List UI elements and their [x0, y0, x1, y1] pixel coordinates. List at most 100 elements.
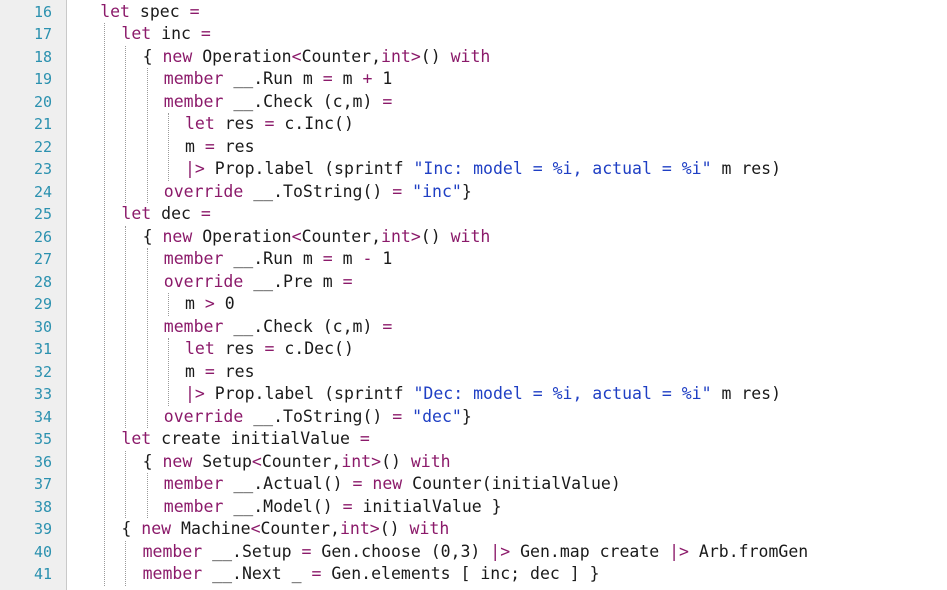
code-text-area[interactable]: let spec = let inc ={ new Operation<Count…: [67, 0, 947, 590]
line-number: 25: [33, 205, 52, 223]
keyword-token: let: [185, 339, 215, 358]
operator-token: <: [250, 519, 261, 538]
indent-guide: [167, 113, 169, 181]
line-number: 28: [33, 272, 52, 291]
code-token: dec: [151, 204, 201, 223]
operator-token: =: [322, 249, 333, 268]
code-token: Counter,: [261, 451, 342, 471]
string-token: "inc": [412, 181, 462, 201]
code-line: m = res: [185, 361, 255, 384]
code-token: }: [461, 181, 472, 201]
operator-token: =: [311, 564, 322, 583]
code-token: Operation: [192, 46, 292, 66]
code-token: m: [185, 294, 205, 313]
keyword-token: override: [163, 406, 244, 426]
keyword-token: let: [121, 429, 152, 448]
code-token: __.ToString(): [243, 181, 393, 201]
line-number: 23: [33, 160, 52, 178]
line-number: 31: [33, 340, 52, 358]
code-token: __.Check (c,m): [223, 91, 383, 111]
keyword-token: int: [381, 226, 411, 246]
operator-token: =: [392, 181, 403, 201]
operator-token: >: [410, 226, 421, 246]
keyword-token: let: [185, 114, 215, 133]
operator-token: =: [359, 429, 370, 448]
code-token: __.Model(): [223, 496, 343, 516]
code-token: c.Inc(): [274, 114, 354, 133]
operator-token: =: [204, 136, 215, 156]
line-number: 16: [33, 2, 52, 21]
keyword-token: let: [121, 204, 152, 223]
line-number: 22: [33, 137, 52, 156]
indent-guide: [125, 225, 127, 428]
line-number: 30: [33, 317, 52, 336]
keyword-token: member: [142, 564, 203, 583]
line-number: 24: [33, 182, 52, 201]
operator-token: =: [352, 474, 363, 493]
keyword-token: new: [141, 519, 172, 538]
code-token: m: [332, 249, 363, 268]
code-token: {: [121, 519, 142, 538]
keyword-token: member: [163, 69, 224, 88]
code-token: res: [214, 339, 265, 358]
code-token: m res): [711, 384, 782, 403]
code-line: { new Operation<Counter,int>() with: [143, 46, 491, 69]
operator-token: =: [301, 541, 312, 561]
code-line: member __.Next _ = Gen.elements [ inc; d…: [143, 563, 600, 586]
line-number: 41: [33, 565, 52, 583]
code-editor[interactable]: 16 17 18 19 20 21 22 23 24 25 26 27 28 29 30 31 32 33 34 35…: [0, 0, 947, 590]
code-line: member __.Actual() = new Counter(initial…: [164, 473, 621, 496]
code-token: Machine: [171, 519, 251, 538]
line-number: 33: [33, 385, 52, 403]
line-number: 18: [33, 47, 52, 66]
keyword-token: member: [163, 496, 224, 516]
operator-token: =: [200, 204, 211, 223]
operator-token: <: [291, 46, 302, 66]
code-line: { new Machine<Counter,int>() with: [121, 518, 449, 541]
indent-guide: [167, 293, 169, 316]
code-token: m: [185, 361, 205, 381]
indent-guide: [125, 45, 127, 203]
operator-token: =: [382, 91, 393, 111]
line-number: 32: [33, 362, 52, 381]
code-line: { new Operation<Counter,int>() with: [143, 226, 491, 249]
keyword-token: new: [162, 46, 193, 66]
code-line: let spec =: [100, 1, 199, 24]
operator-token: >: [371, 451, 382, 471]
code-token: __.Run m: [223, 69, 323, 88]
code-line: |> Prop.label (sprintf "Inc: model = %i,…: [185, 158, 781, 181]
operator-token: <: [291, 226, 302, 246]
code-line: let dec =: [121, 203, 210, 226]
code-line: member __.Setup = Gen.choose (0,3) |> Ge…: [143, 541, 809, 564]
code-line: let res = c.Dec(): [185, 338, 354, 361]
keyword-token: member: [142, 541, 203, 561]
operator-token: |>: [185, 384, 205, 403]
code-line: member __.Run m = m + 1: [164, 68, 393, 91]
code-token: __.Actual(): [223, 474, 353, 493]
indent-guide: [146, 248, 148, 428]
keyword-token: with: [450, 226, 491, 246]
operator-token: +: [362, 69, 373, 88]
line-number: 20: [33, 92, 52, 111]
code-line: override __.Pre m =: [164, 271, 353, 294]
code-token: __.Next _: [202, 564, 312, 583]
line-number: 17: [33, 25, 52, 43]
keyword-token: new: [162, 226, 193, 246]
code-line: override __.ToString() = "inc"}: [164, 181, 472, 204]
code-token: 1: [372, 249, 393, 268]
code-token: Prop.label (sprintf: [204, 159, 414, 178]
operator-token: >: [204, 294, 215, 313]
code-line: m > 0: [185, 293, 235, 316]
keyword-token: with: [410, 451, 451, 471]
code-token: }: [461, 406, 472, 426]
operator-token: |>: [669, 541, 689, 561]
operator-token: =: [264, 114, 275, 133]
code-token: res: [214, 361, 255, 381]
code-token: Arb.fromGen: [689, 541, 809, 561]
operator-token: =: [204, 361, 215, 381]
code-token: Counter,: [301, 226, 382, 246]
code-token: (): [420, 226, 451, 246]
indent-guide: [167, 338, 169, 406]
